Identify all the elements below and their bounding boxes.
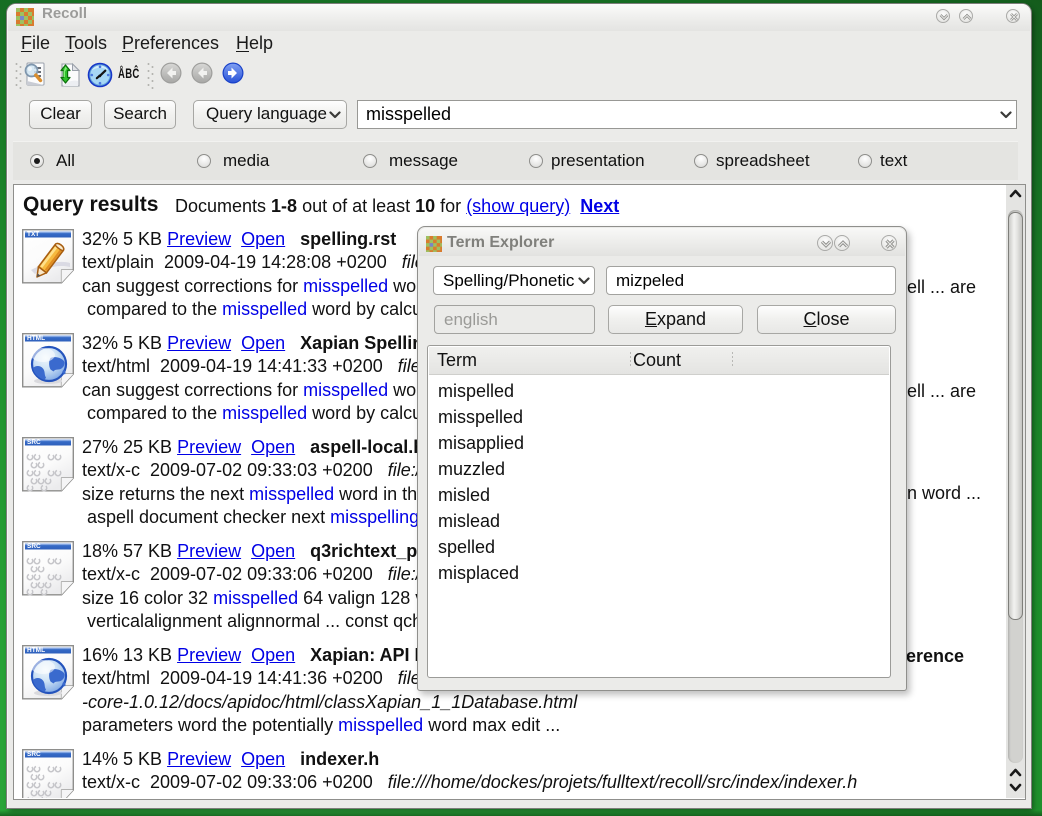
svg-text:HTML: HTML [27,647,45,654]
svg-text:SRC: SRC [27,751,41,758]
svg-text:TXT: TXT [27,231,39,238]
svg-text:SRC: SRC [27,543,41,550]
svg-text:SRC: SRC [27,439,41,446]
svg-text:HTML: HTML [27,335,45,342]
